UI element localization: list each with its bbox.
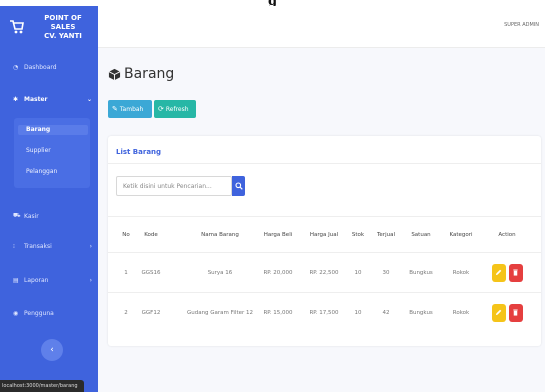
col-header-stok: Stok [351,231,365,238]
cell-nama: Surya 16 [207,269,233,276]
cell-no: 1 [124,269,128,276]
card-title: List Barang [116,148,162,156]
table-row: 1 GGS16 Surya 16 RP. 20,000 RP. 22,500 1… [108,252,541,292]
table-header-row: No Kode Nama Barang Harga Beli Harga Jua… [108,216,541,252]
list-icon: ⁝ [13,242,15,250]
brand-name: POINT OF SALES CV. YANTI [28,14,98,41]
col-header-harga-jual: Harga Jual [309,231,339,238]
user-icon: ◉ [13,309,19,317]
search-icon [234,182,243,190]
col-header-kode: Kode [144,231,158,238]
submenu-item-supplier[interactable]: Supplier [26,146,51,156]
edit-button[interactable] [491,263,506,282]
sidebar-item-laporan[interactable]: ▤ Laporan › [0,273,98,287]
cell-harga-jual: RP. 17,500 [309,309,339,316]
col-header-terjual: Terjual [377,231,395,238]
dashboard-icon: ◔ [13,63,19,71]
delete-button[interactable] [508,263,523,282]
sidebar-item-label: Dashboard [24,63,57,71]
trash-icon [513,269,518,276]
main-content: Barang ✎ Tambah ⟳ Refresh List Barang No… [98,48,545,392]
col-header-harga-beli: Harga Beli [263,231,293,238]
chevron-down-icon: ⌄ [86,95,92,103]
cell-stok: 10 [354,309,362,316]
sidebar: POINT OF SALES CV. YANTI ◔ Dashboard ✱ M… [0,6,98,392]
sidebar-item-label: Master [24,95,48,103]
refresh-button[interactable]: ⟳ Refresh [154,100,196,118]
gear-icon: ✱ [13,95,19,103]
col-header-action: Action [498,231,516,238]
topbar: SUPER ADMIN [98,6,545,48]
submenu-item-barang[interactable]: Barang [18,125,88,135]
box-icon [108,68,121,80]
col-header-nama: Nama Barang [201,231,239,238]
sidebar-collapse-button[interactable]: ‹ [41,339,63,361]
page-title: Barang [108,66,174,82]
cell-action [490,253,524,292]
cell-kode: GGS16 [141,269,161,276]
pencil-icon [495,269,502,276]
brand-line-2: SALES [50,22,76,31]
cell-satuan: Bungkus [409,309,433,316]
cell-harga-beli: RP. 20,000 [263,269,293,276]
cell-terjual: 42 [382,309,390,316]
cart-logo-icon [10,20,24,34]
col-header-no: No [122,231,130,238]
brand-line-1: POINT OF [44,13,82,22]
col-header-satuan: Satuan [411,231,431,238]
cell-nama: Gudang Garam Filter 12 [186,309,254,316]
refresh-icon: ⟳ [158,105,164,113]
sidebar-item-pengguna[interactable]: ◉ Pengguna [0,306,98,320]
cell-action [490,293,524,332]
user-menu[interactable]: SUPER ADMIN [504,22,539,28]
table-row: 2 GGF12 Gudang Garam Filter 12 RP. 15,00… [108,292,541,332]
brand[interactable]: POINT OF SALES CV. YANTI [0,6,98,48]
cell-satuan: Bungkus [409,269,433,276]
cell-no: 2 [124,309,128,316]
col-header-kategori: Kategori [449,231,473,238]
cell-kode: GGF12 [141,309,161,316]
search-input[interactable] [116,176,232,196]
divider [108,163,541,164]
sidebar-item-label: Pengguna [24,309,54,317]
report-icon: ▤ [13,276,19,284]
cell-terjual: 30 [382,269,390,276]
add-button-label: Tambah [119,105,144,113]
cell-stok: 10 [354,269,362,276]
cell-kategori: Rokok [452,269,470,276]
items-table: No Kode Nama Barang Harga Beli Harga Jua… [108,216,541,332]
chevron-left-icon: ‹ [50,345,54,355]
chevron-right-icon: › [89,242,92,250]
sidebar-item-dashboard[interactable]: ◔ Dashboard [0,60,98,74]
submenu-item-pelanggan[interactable]: Pelanggan [26,167,57,177]
add-button[interactable]: ✎ Tambah [108,100,152,118]
edit-button[interactable] [491,303,506,322]
chevron-right-icon: › [89,276,92,284]
delete-button[interactable] [508,303,523,322]
sidebar-item-label: Kasir [24,212,39,220]
refresh-button-label: Refresh [165,105,189,113]
sidebar-item-label: Transaksi [24,242,52,250]
sidebar-item-label: Laporan [24,276,49,284]
browser-status-bar: localhost:3000/master/barang [0,380,84,392]
cell-harga-jual: RP. 22,500 [309,269,339,276]
trash-icon [513,309,518,316]
search-button[interactable] [232,176,245,196]
sidebar-item-transaksi[interactable]: ⁝ Transaksi › [0,239,98,253]
page-title-text: Barang [124,66,175,82]
sidebar-item-kasir[interactable]: ⛟ Kasir [0,209,98,223]
pencil-icon [495,309,502,316]
cart-icon: ⛟ [13,212,21,219]
edit-icon: ✎ [112,105,118,113]
cell-harga-beli: RP. 15,000 [263,309,293,316]
brand-line-3: CV. YANTI [44,31,82,40]
sidebar-item-master[interactable]: ✱ Master ⌄ [0,92,98,106]
list-card: List Barang No Kode Nama Barang Harga Be… [108,136,541,346]
cell-kategori: Rokok [452,309,470,316]
